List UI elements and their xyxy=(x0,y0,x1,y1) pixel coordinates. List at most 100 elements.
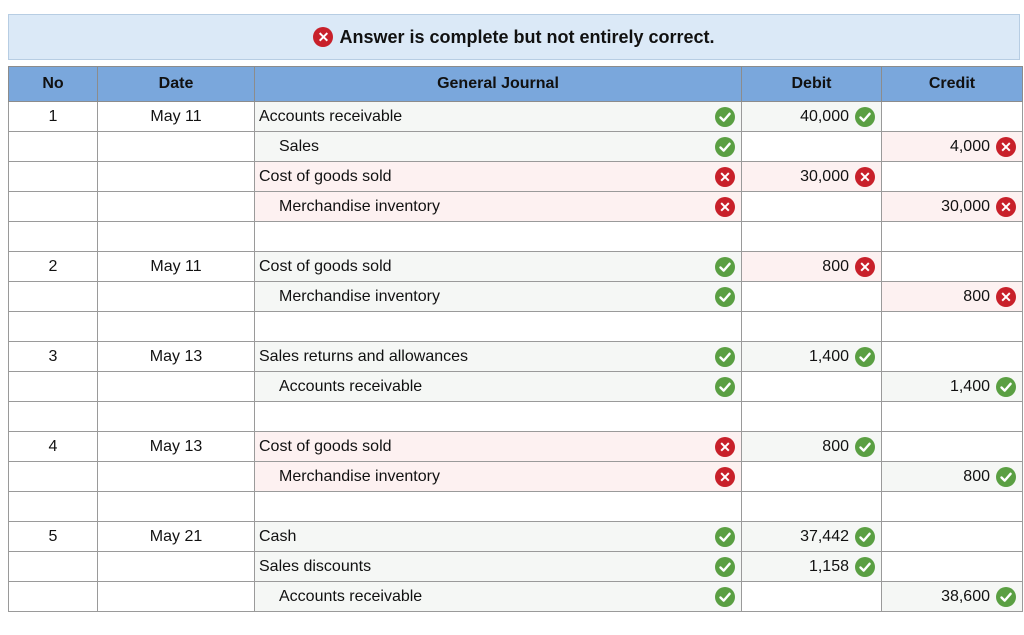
banner-message: Answer is complete but not entirely corr… xyxy=(339,26,715,47)
transaction-number xyxy=(8,581,98,612)
transaction-date xyxy=(97,551,255,582)
credit-field[interactable] xyxy=(881,311,1023,342)
account-name: Sales xyxy=(279,137,320,155)
correct-check-icon xyxy=(715,376,735,397)
incorrect-x-icon: ✕ xyxy=(715,166,735,187)
incorrect-x-icon: ✕ xyxy=(715,436,735,457)
account-field[interactable] xyxy=(254,401,742,432)
journal-row: Merchandise inventory ✕ 30,000 ✕ xyxy=(8,191,1023,222)
account-field[interactable] xyxy=(254,491,742,522)
transaction-date xyxy=(97,281,255,312)
credit-field[interactable] xyxy=(881,161,1023,192)
account-name: Cost of goods sold xyxy=(259,257,392,275)
debit-field[interactable]: 40,000 xyxy=(741,101,882,132)
account-field[interactable]: Merchandise inventory ✕ xyxy=(254,461,742,492)
account-field[interactable]: Sales xyxy=(254,131,742,162)
credit-amount: 800 xyxy=(963,467,990,485)
transaction-date xyxy=(97,221,255,252)
debit-amount: 30,000 xyxy=(800,167,849,185)
account-field[interactable]: Merchandise inventory ✕ xyxy=(254,191,742,222)
transaction-number xyxy=(8,221,98,252)
correct-check-icon xyxy=(715,106,735,127)
incorrect-x-icon: ✕ xyxy=(855,256,875,277)
transaction-number xyxy=(8,401,98,432)
account-field[interactable]: Sales discounts xyxy=(254,551,742,582)
result-banner: ✕ Answer is complete but not entirely co… xyxy=(8,14,1020,60)
credit-field[interactable] xyxy=(881,521,1023,552)
transaction-number xyxy=(8,281,98,312)
credit-field[interactable]: 800 xyxy=(881,461,1023,492)
account-field[interactable] xyxy=(254,221,742,252)
correct-check-icon xyxy=(715,526,735,547)
account-field[interactable]: Cost of goods sold xyxy=(254,251,742,282)
debit-field[interactable] xyxy=(741,461,882,492)
credit-field[interactable] xyxy=(881,341,1023,372)
credit-field[interactable] xyxy=(881,431,1023,462)
account-name: Sales returns and allowances xyxy=(259,347,469,365)
journal-row: 2 May 11 Cost of goods sold 800 ✕ xyxy=(8,251,1023,282)
debit-field[interactable] xyxy=(741,131,882,162)
transaction-date: May 11 xyxy=(97,101,255,132)
credit-amount: 30,000 xyxy=(941,197,990,215)
journal-table: No Date General Journal Debit Credit 1 Ma… xyxy=(8,66,1023,612)
credit-field[interactable] xyxy=(881,101,1023,132)
credit-field[interactable]: 800 ✕ xyxy=(881,281,1023,312)
transaction-number xyxy=(8,491,98,522)
debit-field[interactable] xyxy=(741,581,882,612)
account-field[interactable]: Cost of goods sold ✕ xyxy=(254,431,742,462)
credit-field[interactable]: 4,000 ✕ xyxy=(881,131,1023,162)
transaction-date xyxy=(97,131,255,162)
correct-check-icon xyxy=(715,586,735,607)
account-field[interactable]: Cash xyxy=(254,521,742,552)
account-field[interactable]: Cost of goods sold ✕ xyxy=(254,161,742,192)
account-name: Sales discounts xyxy=(259,557,372,575)
debit-field[interactable] xyxy=(741,221,882,252)
debit-field[interactable]: 30,000 ✕ xyxy=(741,161,882,192)
transaction-date xyxy=(97,581,255,612)
journal-row: Merchandise inventory 800 ✕ xyxy=(8,281,1023,312)
debit-field[interactable] xyxy=(741,401,882,432)
account-field[interactable] xyxy=(254,311,742,342)
debit-field[interactable]: 1,400 xyxy=(741,341,882,372)
transaction-date xyxy=(97,371,255,402)
journal-row xyxy=(8,221,1023,252)
debit-field[interactable]: 37,442 xyxy=(741,521,882,552)
debit-field[interactable] xyxy=(741,371,882,402)
account-field[interactable]: Accounts receivable xyxy=(254,101,742,132)
credit-field[interactable] xyxy=(881,491,1023,522)
credit-field[interactable]: 1,400 xyxy=(881,371,1023,402)
incorrect-x-icon: ✕ xyxy=(996,286,1016,307)
debit-field[interactable]: 800 ✕ xyxy=(741,251,882,282)
credit-field[interactable] xyxy=(881,221,1023,252)
account-field[interactable]: Accounts receivable xyxy=(254,581,742,612)
journal-row xyxy=(8,491,1023,522)
debit-field[interactable]: 800 xyxy=(741,431,882,462)
account-field[interactable]: Merchandise inventory xyxy=(254,281,742,312)
debit-field[interactable] xyxy=(741,491,882,522)
correct-check-icon xyxy=(996,586,1016,607)
credit-field[interactable] xyxy=(881,401,1023,432)
incorrect-x-icon: ✕ xyxy=(855,166,875,187)
account-field[interactable]: Accounts receivable xyxy=(254,371,742,402)
journal-row xyxy=(8,401,1023,432)
debit-field[interactable]: 1,158 xyxy=(741,551,882,582)
transaction-date xyxy=(97,191,255,222)
transaction-number: 2 xyxy=(8,251,98,282)
debit-field[interactable] xyxy=(741,311,882,342)
transaction-number: 3 xyxy=(8,341,98,372)
debit-field[interactable] xyxy=(741,191,882,222)
credit-field[interactable] xyxy=(881,251,1023,282)
credit-field[interactable]: 38,600 xyxy=(881,581,1023,612)
debit-amount: 40,000 xyxy=(800,107,849,125)
transaction-number xyxy=(8,371,98,402)
journal-row: 5 May 21 Cash 37,442 xyxy=(8,521,1023,552)
error-x-icon: ✕ xyxy=(313,27,334,47)
transaction-number: 5 xyxy=(8,521,98,552)
incorrect-x-icon: ✕ xyxy=(715,466,735,487)
debit-field[interactable] xyxy=(741,281,882,312)
journal-row: Merchandise inventory ✕ 800 xyxy=(8,461,1023,492)
credit-field[interactable] xyxy=(881,551,1023,582)
account-field[interactable]: Sales returns and allowances xyxy=(254,341,742,372)
transaction-date xyxy=(97,491,255,522)
credit-field[interactable]: 30,000 ✕ xyxy=(881,191,1023,222)
